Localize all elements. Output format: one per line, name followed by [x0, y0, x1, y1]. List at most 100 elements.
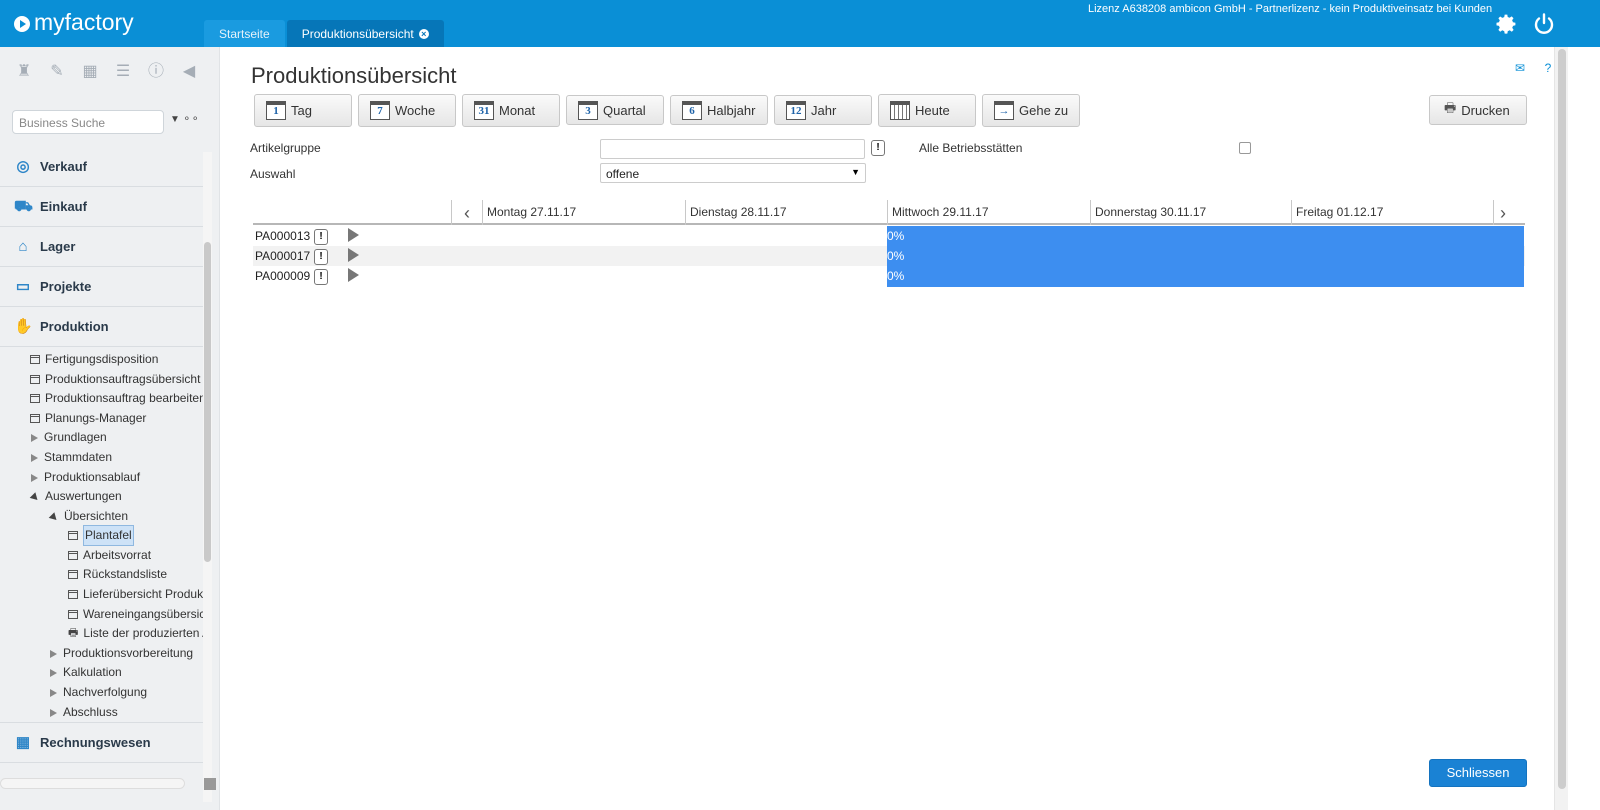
order-info-button[interactable]: !: [314, 249, 328, 265]
search-options-icon[interactable]: ▼ ⚬⚬: [170, 114, 199, 125]
tab-produktionsuebersicht[interactable]: Produktionsübersicht ×: [286, 20, 444, 47]
tree-folder[interactable]: Auswertungen: [29, 487, 122, 506]
expand-icon[interactable]: [31, 433, 38, 442]
tree-item[interactable]: Rückstandsliste: [68, 565, 167, 584]
expand-icon[interactable]: [50, 668, 57, 677]
progress-bar[interactable]: 0%: [887, 266, 1524, 287]
gantt-row[interactable]: PA000017 ! 0%: [253, 246, 1525, 266]
halfyear-button[interactable]: 6 Halbjahr: [670, 95, 768, 125]
collapse-tree-icon[interactable]: [48, 512, 60, 523]
expand-icon[interactable]: [31, 473, 38, 482]
order-id[interactable]: PA000013: [255, 229, 310, 243]
power-icon[interactable]: [1532, 12, 1556, 36]
business-search-input[interactable]: Business Suche: [12, 110, 164, 134]
notes-icon[interactable]: ☰: [111, 61, 135, 83]
nav-lager[interactable]: ⌂ Lager: [0, 227, 210, 267]
button-label: Drucken: [1461, 102, 1510, 118]
tree-item[interactable]: Wareneingangsübersich: [68, 605, 210, 624]
gear-icon[interactable]: [1494, 12, 1518, 36]
printer-icon: 🖶: [68, 627, 79, 639]
tree-folder[interactable]: Übersichten: [48, 507, 128, 526]
nav-label: Produktion: [40, 319, 109, 334]
nav-einkauf[interactable]: ⛟ Einkauf: [0, 187, 210, 227]
collapse-tree-icon[interactable]: [29, 492, 41, 503]
play-icon[interactable]: [348, 228, 359, 242]
mail-icon[interactable]: ✉: [1513, 61, 1527, 75]
month-button[interactable]: 31 Monat: [462, 94, 560, 127]
print-button[interactable]: 🖶 Drucken: [1429, 95, 1527, 125]
scroll-thumb[interactable]: [204, 242, 211, 562]
play-icon[interactable]: [348, 248, 359, 262]
expand-icon[interactable]: [31, 453, 38, 462]
chevron-right-icon[interactable]: ›: [1493, 203, 1513, 223]
close-button[interactable]: Schliessen: [1429, 759, 1527, 787]
pin-icon[interactable]: ♜: [12, 61, 36, 83]
tree-item[interactable]: Arbeitsvorrat: [68, 546, 151, 565]
tab-startseite[interactable]: Startseite: [204, 20, 285, 47]
production-tree: Fertigungsdisposition Produktionsauftrag…: [0, 350, 210, 770]
tree-folder[interactable]: Produktionsvorbereitung: [50, 644, 193, 663]
eraser-icon[interactable]: ✎: [45, 61, 69, 83]
order-id[interactable]: PA000009: [255, 269, 310, 283]
help-icon[interactable]: ?: [1541, 61, 1555, 75]
page-icon: [30, 375, 40, 384]
page-icon: [30, 414, 40, 423]
year-button[interactable]: 12 Jahr: [774, 95, 872, 125]
nav-rechnungswesen[interactable]: ▦ Rechnungswesen: [0, 723, 210, 763]
expand-icon[interactable]: [50, 649, 57, 658]
gantt-row[interactable]: PA000013 ! 0%: [253, 226, 1525, 246]
tree-item[interactable]: Fertigungsdisposition: [30, 350, 158, 369]
calendar-icon[interactable]: ▦: [78, 61, 102, 83]
tab-close-icon[interactable]: ×: [418, 28, 429, 39]
sidebar-vertical-scrollbar[interactable]: [203, 152, 212, 802]
tree-item-selected[interactable]: Plantafel: [68, 525, 134, 546]
nav-label: Rechnungswesen: [40, 735, 151, 750]
info-icon[interactable]: ⓘ: [144, 61, 168, 83]
logo[interactable]: myfactory: [14, 9, 134, 36]
order-info-button[interactable]: !: [314, 269, 328, 285]
artikelgruppe-lookup-button[interactable]: !: [871, 140, 885, 156]
tree-folder[interactable]: Kalkulation: [50, 663, 122, 682]
page-icon: [68, 610, 78, 619]
tree-label: Liste der produzierten A: [83, 626, 210, 640]
betriebsstaetten-checkbox[interactable]: [1239, 142, 1251, 154]
order-info-button[interactable]: !: [314, 229, 328, 245]
tree-item[interactable]: Planungs-Manager: [30, 409, 146, 428]
nav-projekte[interactable]: ▭ Projekte: [0, 267, 210, 307]
tree-label: Produktionsablauf: [44, 470, 141, 484]
today-button[interactable]: Heute: [878, 94, 976, 127]
tree-label: Plantafel: [83, 525, 134, 546]
gantt-row[interactable]: PA000009 ! 0%: [253, 266, 1525, 287]
week-button[interactable]: 7 Woche: [358, 94, 456, 127]
quarter-button[interactable]: 3 Quartal: [566, 95, 664, 125]
progress-bar[interactable]: 0%: [887, 246, 1524, 266]
nav-produktion[interactable]: ✋ Produktion: [0, 307, 210, 347]
page-vertical-scrollbar[interactable]: [1554, 47, 1568, 810]
sidebar-horizontal-scrollbar[interactable]: [0, 778, 185, 789]
play-icon[interactable]: [348, 268, 359, 282]
expand-icon[interactable]: [50, 688, 57, 697]
collapse-icon[interactable]: ◀: [177, 61, 201, 83]
tree-item[interactable]: Lieferübersicht Produkt: [68, 585, 206, 604]
tree-label: Produktionsauftragsübersicht: [45, 372, 201, 386]
artikelgruppe-input[interactable]: [600, 139, 865, 159]
expand-icon[interactable]: [50, 708, 57, 717]
day-button[interactable]: 1 Tag: [254, 94, 352, 127]
tree-label: Planungs-Manager: [45, 411, 147, 425]
progress-bar[interactable]: 0%: [887, 226, 1524, 246]
scroll-corner: [204, 778, 216, 790]
order-id[interactable]: PA000017: [255, 249, 310, 263]
goto-button[interactable]: → Gehe zu: [982, 94, 1080, 127]
nav-verkauf[interactable]: ◎ Verkauf: [0, 147, 210, 187]
tree-folder[interactable]: Abschluss: [50, 703, 118, 722]
tree-folder[interactable]: Produktionsablauf: [31, 468, 140, 487]
auswahl-select[interactable]: offene ▼: [600, 163, 866, 183]
tree-item[interactable]: 🖶 Liste der produzierten A: [68, 624, 210, 643]
tree-folder[interactable]: Grundlagen: [31, 428, 107, 447]
tree-folder[interactable]: Nachverfolgung: [50, 683, 147, 702]
scroll-thumb[interactable]: [1558, 49, 1566, 789]
tree-folder[interactable]: Stammdaten: [31, 448, 112, 467]
tree-item[interactable]: Produktionsauftrag bearbeiten: [30, 389, 206, 408]
tree-item[interactable]: Produktionsauftragsübersicht: [30, 370, 200, 389]
chevron-left-icon[interactable]: ‹: [457, 203, 477, 223]
